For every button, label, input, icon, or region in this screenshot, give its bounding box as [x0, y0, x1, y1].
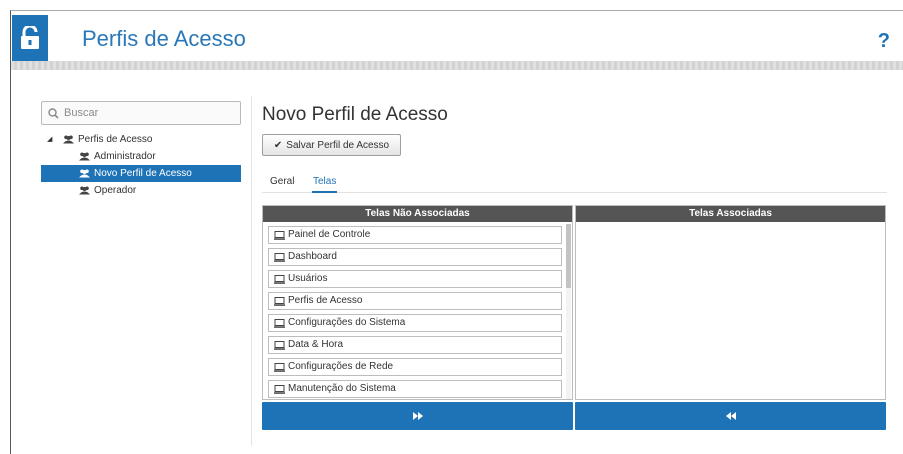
lock-open-icon — [12, 15, 48, 61]
double-chevron-left-icon — [725, 412, 736, 420]
unassigned-screens-header: Telas Não Associadas — [263, 206, 572, 222]
double-chevron-right-icon — [412, 412, 423, 420]
unassigned-screens-panel: Telas Não Associadas Painel de Controle D… — [262, 205, 573, 400]
monitor-icon — [274, 318, 285, 328]
tree-root-label: Perfis de Acesso — [78, 134, 153, 145]
sidebar-divider — [251, 96, 252, 446]
tree-item-administrador[interactable]: Administrador — [41, 148, 241, 165]
question-icon[interactable]: ? — [878, 30, 890, 53]
monitor-icon — [274, 384, 285, 394]
monitor-icon — [274, 230, 285, 240]
tab-geral[interactable]: Geral — [270, 172, 294, 193]
tree-item-label: Novo Perfil de Acesso — [94, 168, 192, 179]
screen-list-item-label: Configurações do Sistema — [288, 317, 406, 328]
screen-list-item-label: Perfis de Acesso — [288, 295, 363, 306]
page-header-title: Perfis de Acesso — [82, 26, 246, 51]
page-title: Novo Perfil de Acesso — [262, 104, 448, 125]
users-icon — [79, 169, 90, 178]
assigned-screens-header: Telas Associadas — [576, 206, 885, 222]
screen-list-item-label: Painel de Controle — [288, 229, 371, 240]
search-icon — [48, 107, 59, 119]
monitor-icon — [274, 340, 285, 350]
users-icon — [79, 152, 90, 161]
screen-list-item[interactable]: Usuários — [268, 270, 562, 288]
search-placeholder: Buscar — [64, 107, 99, 119]
screen-list-item[interactable]: Painel de Controle — [268, 226, 562, 244]
users-icon — [63, 135, 74, 144]
search-input[interactable]: Buscar — [41, 101, 241, 125]
tree-item-label: Operador — [94, 185, 137, 196]
profile-tree: ◢ Perfis de Acesso Administrador Novo Pe… — [41, 131, 241, 199]
move-to-assigned-button[interactable] — [262, 402, 573, 430]
tab-bar: Geral Telas — [262, 171, 887, 193]
screen-list-item[interactable]: Configurações de Rede — [268, 358, 562, 376]
assigned-screens-panel: Telas Associadas — [575, 205, 886, 400]
screen-list-item[interactable]: Configurações do Sistema — [268, 314, 562, 332]
save-profile-label: Salvar Perfil de Acesso — [286, 139, 390, 151]
move-to-unassigned-button[interactable] — [575, 402, 886, 430]
tree-item-novo-perfil[interactable]: Novo Perfil de Acesso — [41, 165, 241, 182]
monitor-icon — [274, 362, 285, 372]
scrollbar-thumb[interactable] — [566, 224, 571, 288]
screen-list-item-label: Manutenção do Sistema — [288, 383, 396, 394]
screen-list-item[interactable]: Perfis de Acesso — [268, 292, 562, 310]
monitor-icon — [274, 274, 285, 284]
check-icon: ✔ — [273, 139, 283, 151]
screen-list-item[interactable]: Manutenção do Sistema — [268, 380, 562, 398]
collapse-arrow-icon[interactable]: ◢ — [47, 131, 52, 148]
monitor-icon — [274, 252, 285, 262]
tab-telas[interactable]: Telas — [312, 172, 338, 193]
screen-list-item-label: Configurações de Rede — [288, 361, 394, 372]
monitor-icon — [274, 296, 285, 306]
app-window: Perfis de Acesso ? Buscar ◢ Perfis de Ac… — [10, 10, 903, 454]
screen-list-item-label: Data & Hora — [288, 339, 344, 350]
screen-list-item[interactable]: Data & Hora — [268, 336, 562, 354]
users-icon — [79, 186, 90, 195]
app-header: Perfis de Acesso ? — [11, 11, 903, 70]
tree-root-node[interactable]: ◢ Perfis de Acesso — [41, 131, 241, 148]
screen-list-item[interactable]: Dashboard — [268, 248, 562, 266]
header-divider — [11, 61, 903, 70]
save-profile-button[interactable]: ✔ Salvar Perfil de Acesso — [262, 134, 401, 156]
tree-item-operador[interactable]: Operador — [41, 182, 241, 199]
screen-list-item-label: Usuários — [288, 273, 328, 284]
tree-item-label: Administrador — [94, 151, 156, 162]
unassigned-screens-list: Painel de Controle Dashboard Usuários Perfi… — [268, 226, 562, 399]
scrollbar[interactable] — [566, 224, 571, 399]
screen-list-item-label: Dashboard — [288, 251, 337, 262]
